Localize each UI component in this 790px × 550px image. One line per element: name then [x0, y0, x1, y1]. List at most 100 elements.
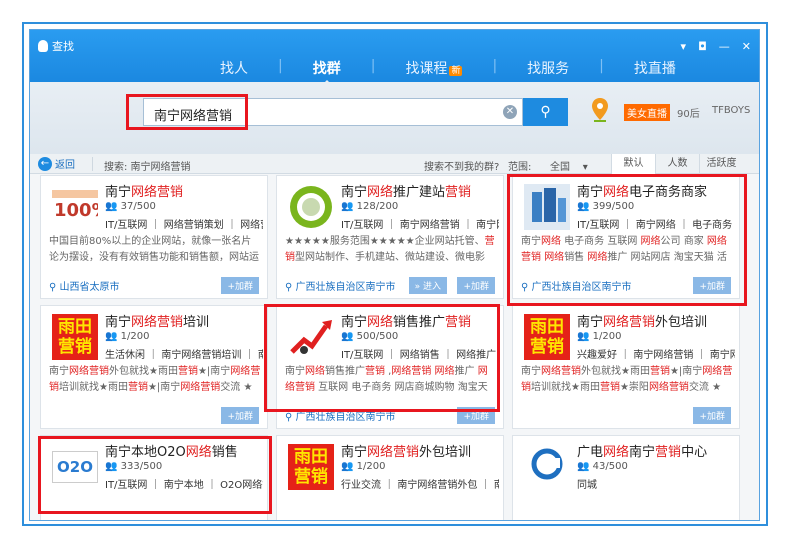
- people-icon: 👥: [105, 201, 118, 212]
- group-avatar: 100%: [51, 183, 99, 231]
- group-name[interactable]: 南宁网络营销外包培训: [341, 441, 471, 460]
- back-button[interactable]: ← 返回: [38, 156, 75, 171]
- group-avatar: 雨田 营销: [51, 313, 99, 361]
- people-icon: 👥: [577, 331, 590, 342]
- member-count: 👥 1/200: [105, 331, 149, 342]
- group-location: ⚲ 山西省太原市: [49, 278, 120, 293]
- sort-default[interactable]: 默认: [611, 154, 655, 174]
- group-card[interactable]: 南宁网络推广建站营销 👥 128/200 IT/互联网 ｜ 南宁网络营销 ｜ 南…: [276, 175, 504, 299]
- highlight-box: [126, 94, 248, 130]
- minimize-icon[interactable]: —: [719, 40, 730, 53]
- location-pin-icon[interactable]: [590, 96, 610, 124]
- tab-find-courses[interactable]: 找课程新: [375, 58, 492, 78]
- group-card[interactable]: 雨田 营销 南宁网络营销外包培训 👥 1/200 行业交流 ｜ 南宁网络营销外包 …: [276, 435, 504, 520]
- member-count-value: 128/200: [356, 201, 399, 212]
- svg-text:100%: 100%: [54, 200, 98, 221]
- join-group-button[interactable]: +加群: [221, 277, 259, 294]
- group-card[interactable]: 雨田 营销 南宁网络营销外包培训 👥 1/200 兴趣爱好 ｜ 南宁网络营销 ｜ …: [512, 305, 740, 429]
- search-summary: 搜索: 南宁网络营销: [104, 162, 191, 173]
- group-avatar: 雨田 营销: [523, 313, 571, 361]
- tag-90s[interactable]: 90后: [677, 105, 700, 120]
- group-description: 南宁网络营销外包就找★雨田营销★|南宁网络营销培训就找★雨田营销★崇阳网络营销交…: [521, 366, 733, 393]
- yutian-logo: 雨田 营销: [288, 444, 334, 490]
- header: 查找 ▾ ◘ — ✕ 找人 | 找群 | 找课程新 | 找服务 | 找直播: [30, 30, 759, 86]
- group-categories: 同城: [577, 480, 597, 491]
- group-name[interactable]: 南宁网络营销: [105, 181, 183, 200]
- highlight-box: [264, 304, 500, 412]
- tab-find-groups[interactable]: 找群: [283, 58, 371, 86]
- member-count: 👥 1/200: [577, 331, 621, 342]
- skin-icon[interactable]: ◘: [698, 40, 707, 53]
- member-count: 👥 1/200: [341, 461, 385, 472]
- join-group-button[interactable]: +加群: [457, 277, 495, 294]
- group-name[interactable]: 广电网络南宁营销中心: [577, 441, 707, 460]
- range-value: 全国: [550, 162, 570, 173]
- group-name[interactable]: 南宁网络营销外包培训: [577, 311, 707, 330]
- group-categories: IT/互联网 ｜ 网络营销策划 ｜ 网络营...: [105, 220, 263, 231]
- group-card[interactable]: 广电网络南宁营销中心 👥 43/500 同城: [512, 435, 740, 520]
- range-select[interactable]: 全国 ▾: [550, 158, 588, 173]
- location-text: 广西壮族自治区南宁市: [295, 282, 396, 293]
- back-arrow-icon: ←: [38, 156, 52, 171]
- range-label: 范围:: [508, 162, 532, 173]
- member-count-value: 37/500: [120, 201, 156, 212]
- feedback-icon[interactable]: ▾: [681, 40, 687, 53]
- sort-activity[interactable]: 活跃度: [699, 154, 743, 174]
- group-avatar: [287, 183, 335, 231]
- member-count: 👥 43/500: [577, 461, 628, 472]
- join-group-button[interactable]: +加群: [221, 407, 259, 424]
- group-categories: 兴趣爱好 ｜ 南宁网络营销 ｜ 南宁网...: [577, 350, 735, 361]
- enter-group-button[interactable]: » 进入: [408, 277, 447, 294]
- yutian-logo: 雨田 营销: [52, 314, 98, 360]
- group-categories: IT/互联网 ｜ 南宁网络营销 ｜ 南宁网...: [341, 220, 499, 231]
- tab-find-live[interactable]: 找直播: [604, 58, 706, 78]
- sort-tabs: 默认 人数 活跃度: [611, 154, 743, 174]
- tab-bar: 找人 | 找群 | 找课程新 | 找服务 | 找直播: [190, 58, 706, 86]
- member-count-value: 1/200: [120, 331, 150, 342]
- member-count-value: 43/500: [592, 461, 628, 472]
- sort-members[interactable]: 人数: [655, 154, 699, 174]
- window-controls: ▾ ◘ — ✕: [681, 40, 751, 53]
- search-button[interactable]: ⚲: [523, 98, 568, 126]
- group-card[interactable]: 100% 南宁网络营销 👥 37/500 IT/互联网 ｜ 网络营销策划 ｜ 网…: [40, 175, 268, 299]
- clear-icon[interactable]: ✕: [503, 105, 517, 119]
- new-badge: 新: [449, 66, 463, 76]
- join-group-button[interactable]: +加群: [693, 407, 731, 424]
- tab-find-people[interactable]: 找人: [190, 58, 278, 78]
- member-count: 👥 128/200: [341, 201, 398, 212]
- results-toolbar: ← 返回 搜索: 南宁网络营销 搜索不到我的群? 范围: 全国 ▾ 默认 人数 …: [30, 154, 759, 174]
- member-count-value: 1/200: [356, 461, 386, 472]
- group-description: ★★★★★服务范围★★★★★企业网站托管、营销型网站制作、手机建站、微站建设、微…: [285, 236, 495, 263]
- group-avatar: 雨田 营销: [287, 443, 335, 491]
- group-card[interactable]: 雨田 营销 南宁网络营销培训 👥 1/200 生活休闲 ｜ 南宁网络营销培训 ｜ …: [40, 305, 268, 429]
- close-icon[interactable]: ✕: [742, 40, 751, 53]
- window-title: 查找: [52, 40, 74, 53]
- yutian-logo: 雨田 营销: [524, 314, 570, 360]
- group-description: 中国目前80%以上的企业网站，就像一张名片论为摆设，没有有效销售功能和销售额，网…: [49, 236, 259, 263]
- highlight-box: [507, 174, 747, 306]
- group-location: ⚲ 广西壮族自治区南宁市: [285, 278, 396, 293]
- group-avatar: [523, 443, 571, 491]
- people-icon: 👥: [577, 461, 590, 472]
- people-icon: 👥: [341, 201, 354, 212]
- tab-find-services[interactable]: 找服务: [497, 58, 599, 78]
- qq-penguin-icon: [38, 40, 48, 52]
- tag-tfboys[interactable]: TFBOYS: [712, 105, 750, 116]
- cannot-find-link[interactable]: 搜索不到我的群?: [424, 158, 499, 173]
- chevron-down-icon: ▾: [582, 162, 588, 173]
- member-count: 👥 37/500: [105, 201, 156, 212]
- group-name[interactable]: 南宁网络推广建站营销: [341, 181, 471, 200]
- group-categories: 生活休闲 ｜ 南宁网络营销培训 ｜ 南...: [105, 350, 263, 361]
- people-icon: 👥: [105, 331, 118, 342]
- pin-icon: ⚲: [285, 282, 293, 293]
- member-count-value: 1/200: [592, 331, 622, 342]
- location-text: 山西省太原市: [59, 282, 120, 293]
- highlight-box: [38, 436, 272, 514]
- group-name[interactable]: 南宁网络营销培训: [105, 311, 209, 330]
- pin-icon: ⚲: [285, 412, 293, 423]
- back-label: 返回: [55, 160, 75, 171]
- live-tag[interactable]: 美女直播: [624, 104, 670, 121]
- group-categories: 行业交流 ｜ 南宁网络营销外包 ｜ 南...: [341, 480, 499, 491]
- location-text: 广西壮族自治区南宁市: [295, 412, 396, 423]
- search-icon: ⚲: [540, 104, 551, 120]
